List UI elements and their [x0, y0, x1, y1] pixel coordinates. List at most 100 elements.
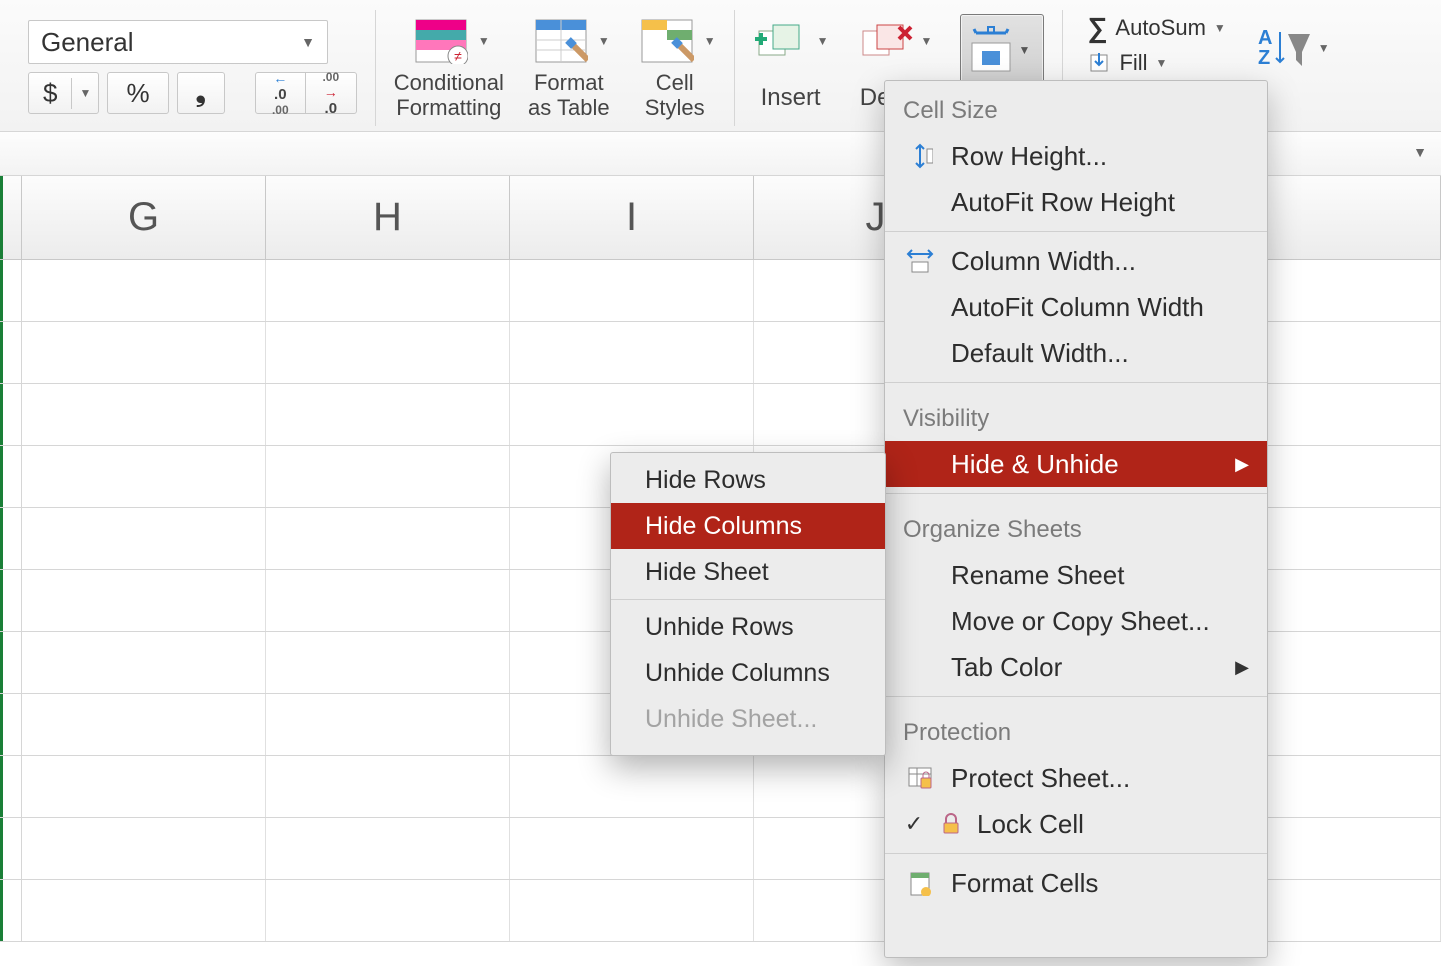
submenu-unhide-columns[interactable]: Unhide Columns [611, 650, 885, 696]
submenu-hide-sheet[interactable]: Hide Sheet [611, 549, 885, 595]
cell[interactable] [266, 880, 510, 941]
cell-styles-button[interactable]: ▼ Cell Styles [634, 14, 716, 121]
cell[interactable] [1242, 632, 1441, 693]
menu-lock-cell[interactable]: ✓ Lock Cell [885, 801, 1267, 847]
cell[interactable] [510, 322, 754, 383]
cell[interactable] [510, 260, 754, 321]
conditional-formatting-button[interactable]: ≠ ▼ Conditional Formatting [394, 14, 504, 121]
sort-filter-button[interactable]: AZ ▼ [1254, 6, 1330, 72]
chevron-down-icon[interactable]: ▼ [72, 86, 98, 100]
fill-button[interactable]: Fill ▼ [1087, 50, 1225, 76]
cell[interactable] [1242, 260, 1441, 321]
column-header-label: H [373, 195, 402, 240]
menu-column-width[interactable]: Column Width... [885, 238, 1267, 284]
cell[interactable] [22, 260, 266, 321]
insert-button[interactable]: ▼ Insert [753, 14, 829, 112]
cell[interactable] [266, 694, 510, 755]
cell[interactable] [1242, 818, 1441, 879]
format-button[interactable]: ▼ [960, 14, 1044, 86]
cell[interactable] [510, 880, 754, 941]
submenu-hide-columns[interactable]: Hide Columns [611, 503, 885, 549]
chevron-down-icon: ▼ [1156, 56, 1168, 70]
cell[interactable] [22, 446, 266, 507]
menu-hide-unhide[interactable]: Hide & Unhide ▶ [885, 441, 1267, 487]
cell[interactable] [266, 384, 510, 445]
cell[interactable] [510, 756, 754, 817]
cell[interactable] [266, 756, 510, 817]
menu-label: Lock Cell [977, 809, 1249, 840]
styles-group: ≠ ▼ Conditional Formatting ▼ Format as T… [394, 6, 716, 121]
cell[interactable] [1242, 570, 1441, 631]
cell[interactable] [1242, 384, 1441, 445]
column-header-label: J [866, 195, 886, 240]
menu-rename-sheet[interactable]: Rename Sheet [885, 552, 1267, 598]
comma-style-button[interactable]: ❟ [177, 72, 225, 114]
cell[interactable] [266, 570, 510, 631]
cell[interactable] [22, 818, 266, 879]
cell[interactable] [22, 632, 266, 693]
cell[interactable] [22, 570, 266, 631]
cell[interactable] [1242, 508, 1441, 569]
menu-default-width[interactable]: Default Width... [885, 330, 1267, 376]
cell[interactable] [510, 384, 754, 445]
menu-autofit-row[interactable]: AutoFit Row Height [885, 179, 1267, 225]
menu-label: Row Height... [951, 141, 1249, 172]
cell[interactable] [1242, 322, 1441, 383]
cell[interactable] [266, 818, 510, 879]
menu-label: Format Cells [951, 868, 1249, 899]
section-visibility: Visibility [885, 389, 1267, 441]
cell-styles-label: Cell Styles [645, 70, 705, 121]
cell[interactable] [22, 756, 266, 817]
format-as-table-button[interactable]: ▼ Format as Table [528, 14, 610, 121]
menu-label: Column Width... [951, 246, 1249, 277]
number-format-label: General [41, 27, 134, 58]
cell[interactable] [1242, 756, 1441, 817]
column-header-label: I [626, 195, 637, 240]
chevron-down-icon: ▼ [817, 34, 829, 48]
percent-button[interactable]: % [107, 72, 168, 114]
submenu-hide-rows[interactable]: Hide Rows [611, 457, 885, 503]
menu-tab-color[interactable]: Tab Color ▶ [885, 644, 1267, 690]
currency-button[interactable]: $ ▼ [28, 72, 99, 114]
comma-icon: ❟ [196, 77, 206, 109]
cell[interactable] [22, 508, 266, 569]
cell[interactable] [1242, 694, 1441, 755]
menu-protect-sheet[interactable]: Protect Sheet... [885, 755, 1267, 801]
decrease-decimal-button[interactable]: .00 → .0 [306, 73, 356, 113]
cell[interactable] [22, 384, 266, 445]
submenu-unhide-rows[interactable]: Unhide Rows [611, 604, 885, 650]
cell[interactable] [1242, 446, 1441, 507]
menu-label: Default Width... [951, 338, 1249, 369]
section-cell-size: Cell Size [885, 81, 1267, 133]
cell[interactable] [22, 694, 266, 755]
cell[interactable] [266, 322, 510, 383]
cell[interactable] [510, 818, 754, 879]
column-header[interactable]: I [510, 176, 754, 259]
menu-autofit-column[interactable]: AutoFit Column Width [885, 284, 1267, 330]
column-width-icon [903, 248, 937, 274]
column-header[interactable]: G [22, 176, 266, 259]
sort-filter-icon: AZ [1254, 24, 1312, 72]
format-dropdown-panel: Cell Size Row Height... AutoFit Row Heig… [884, 80, 1268, 958]
cell[interactable] [1242, 880, 1441, 941]
cell[interactable] [22, 880, 266, 941]
menu-label: Move or Copy Sheet... [951, 606, 1249, 637]
expand-formula-bar-icon[interactable]: ▼ [1413, 144, 1427, 160]
cell[interactable] [266, 260, 510, 321]
cell-styles-icon [634, 14, 700, 68]
cell[interactable] [266, 446, 510, 507]
menu-format-cells[interactable]: Format Cells [885, 860, 1267, 906]
autosum-button[interactable]: ∑ AutoSum ▼ [1087, 12, 1225, 44]
menu-move-copy-sheet[interactable]: Move or Copy Sheet... [885, 598, 1267, 644]
menu-label: Unhide Rows [645, 613, 794, 642]
cell[interactable] [22, 322, 266, 383]
menu-row-height[interactable]: Row Height... [885, 133, 1267, 179]
column-header[interactable]: H [266, 176, 510, 259]
cell[interactable] [266, 508, 510, 569]
column-header[interactable] [1242, 176, 1441, 259]
menu-label: Tab Color [951, 652, 1221, 683]
fill-label: Fill [1119, 50, 1147, 76]
increase-decimal-button[interactable]: ← .0 .00 [256, 73, 306, 113]
cell[interactable] [266, 632, 510, 693]
number-format-select[interactable]: General ▼ [28, 20, 328, 64]
